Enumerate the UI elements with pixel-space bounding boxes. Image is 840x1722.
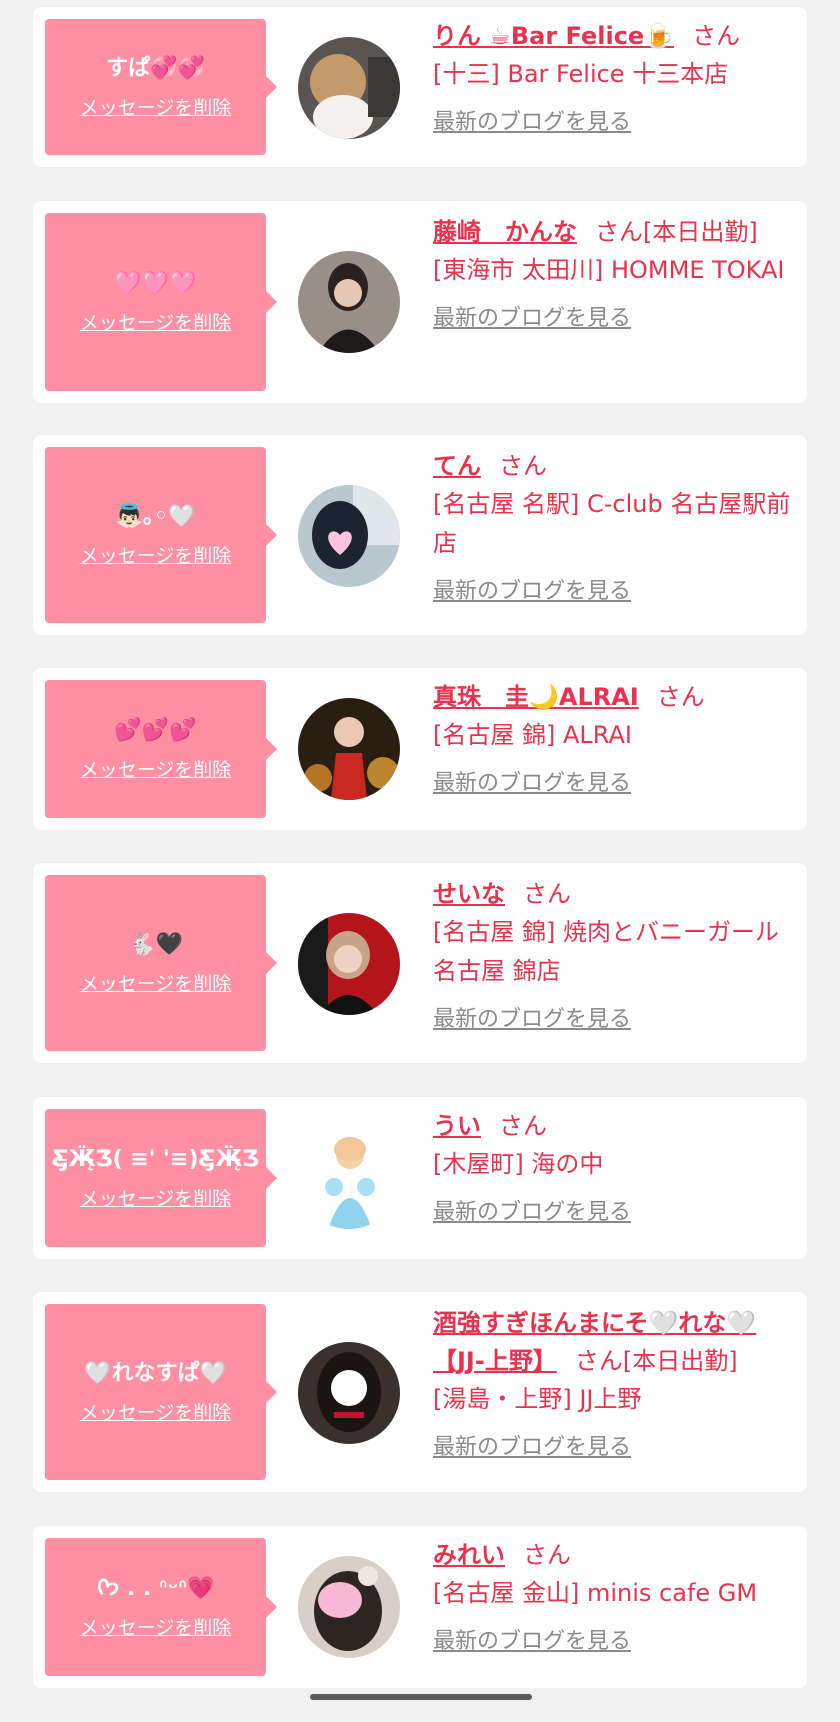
shop-info: [東海市 太田川] HOMME TOKAI xyxy=(433,256,785,284)
honorific: さん xyxy=(523,1541,571,1569)
card-info: うい さん [木屋町] 海の中 最新のブログを見る xyxy=(433,1107,793,1228)
message-card: すぱ💞💞 メッセージを削除 りん ☕Bar Felice🍺 さん [十三] Bar… xyxy=(33,7,807,167)
card-info: てん さん [名古屋 名駅] C-club 名古屋駅前店 最新のブログを見る xyxy=(433,447,793,607)
message-text: 💕💕💕 xyxy=(114,718,197,743)
message-bubble: 🩷🩷🩷 メッセージを削除 xyxy=(45,213,277,391)
honorific: さん xyxy=(499,452,547,480)
card-info: せいな さん [名古屋 錦] 焼肉とバニーガール 名古屋 錦店 最新のブログを見る xyxy=(433,875,793,1035)
message-text: 🐇🖤 xyxy=(128,932,183,957)
message-text: すぱ💞💞 xyxy=(106,56,205,81)
message-bubble: すぱ💞💞 メッセージを削除 xyxy=(45,19,277,155)
message-card: 🩷🩷🩷 メッセージを削除 藤崎 かんな さん[本日出勤] [東海市 太田川] HO… xyxy=(33,201,807,403)
card-info: みれい さん [名古屋 金山] minis cafe GM 最新のブログを見る xyxy=(433,1536,793,1657)
latest-blog-link[interactable]: 最新のブログを見る xyxy=(433,108,631,138)
shop-info: [十三] Bar Felice 十三本店 xyxy=(433,60,729,88)
shop-info: [名古屋 錦] ALRAI xyxy=(433,721,632,749)
latest-blog-link[interactable]: 最新のブログを見る xyxy=(433,1005,631,1035)
avatar[interactable] xyxy=(298,698,400,800)
message-text: 🤍れなすぱ🤍 xyxy=(84,1361,227,1386)
latest-blog-link[interactable]: 最新のブログを見る xyxy=(433,1198,631,1228)
avatar[interactable] xyxy=(298,37,400,139)
avatar-image xyxy=(298,913,400,1015)
delete-message-link[interactable]: メッセージを削除 xyxy=(80,758,232,782)
cast-name-link[interactable]: せいな xyxy=(433,880,505,908)
cast-name-link[interactable]: うい xyxy=(433,1112,481,1140)
honorific: さん[本日出勤] xyxy=(574,1347,738,1375)
message-bubble: 👼🏻｡◦🤍 メッセージを削除 xyxy=(45,447,277,623)
latest-blog-link[interactable]: 最新のブログを見る xyxy=(433,769,631,799)
message-card: 🐇🖤 メッセージを削除 せいな さん [名古屋 錦] 焼肉とバニーガール 名古屋 … xyxy=(33,863,807,1063)
message-card: 👼🏻｡◦🤍 メッセージを削除 てん さん [名古屋 名駅] C-club 名古屋駅… xyxy=(33,435,807,635)
latest-blog-link[interactable]: 最新のブログを見る xyxy=(433,1433,631,1463)
cast-name-link[interactable]: 真珠 圭🌙ALRAI xyxy=(433,683,639,711)
avatar-image xyxy=(298,251,400,353)
delete-message-link[interactable]: メッセージを削除 xyxy=(80,544,232,568)
message-text: ᢉ𐭩 . . ᐢᵕᐢ💗 xyxy=(96,1576,215,1601)
message-text: Ƹ̵̡Ӝ̵̨̄Ʒ( ≡' '≡)Ƹ̵̡Ӝ̵̨̄Ʒ xyxy=(51,1147,260,1172)
message-text: 👼🏻｡◦🤍 xyxy=(115,504,196,529)
message-bubble: Ƹ̵̡Ӝ̵̨̄Ʒ( ≡' '≡)Ƹ̵̡Ӝ̵̨̄Ʒ メッセージを削除 xyxy=(45,1109,277,1247)
avatar[interactable] xyxy=(298,1127,400,1229)
latest-blog-link[interactable]: 最新のブログを見る xyxy=(433,577,631,607)
card-info: 藤崎 かんな さん[本日出勤] [東海市 太田川] HOMME TOKAI 最新の… xyxy=(433,213,793,334)
message-card: 🤍れなすぱ🤍 メッセージを削除 酒強すぎほんまにそ🤍れな🤍【JJ-上野】 さん[本… xyxy=(33,1292,807,1492)
avatar[interactable] xyxy=(298,1556,400,1658)
message-bubble: 🤍れなすぱ🤍 メッセージを削除 xyxy=(45,1304,277,1480)
cast-name-link[interactable]: 藤崎 かんな xyxy=(433,218,577,246)
delete-message-link[interactable]: メッセージを削除 xyxy=(80,1401,232,1425)
avatar-image xyxy=(298,698,400,800)
avatar[interactable] xyxy=(298,1342,400,1444)
honorific: さん xyxy=(692,22,741,50)
cast-name-link[interactable]: りん ☕Bar Felice🍺 xyxy=(433,22,674,50)
card-info: 酒強すぎほんまにそ🤍れな🤍【JJ-上野】 さん[本日出勤] [湯島・上野] JJ上… xyxy=(433,1304,793,1463)
honorific: さん xyxy=(499,1112,547,1140)
delete-message-link[interactable]: メッセージを削除 xyxy=(80,311,232,335)
message-bubble: 💕💕💕 メッセージを削除 xyxy=(45,680,277,818)
honorific: さん[本日出勤] xyxy=(595,218,758,246)
delete-message-link[interactable]: メッセージを削除 xyxy=(80,1616,232,1640)
message-card: 💕💕💕 メッセージを削除 真珠 圭🌙ALRAI さん [名古屋 錦] ALRAI … xyxy=(33,668,807,830)
shop-info: [名古屋 名駅] C-club 名古屋駅前店 xyxy=(433,490,791,557)
delete-message-link[interactable]: メッセージを削除 xyxy=(80,96,232,120)
card-info: 真珠 圭🌙ALRAI さん [名古屋 錦] ALRAI 最新のブログを見る xyxy=(433,678,793,799)
avatar[interactable] xyxy=(298,485,400,587)
avatar-image xyxy=(298,1556,400,1658)
delete-message-link[interactable]: メッセージを削除 xyxy=(80,1187,232,1211)
home-indicator[interactable] xyxy=(310,1694,532,1700)
shop-info: [湯島・上野] JJ上野 xyxy=(433,1385,642,1413)
shop-info: [木屋町] 海の中 xyxy=(433,1150,604,1178)
message-bubble: ᢉ𐭩 . . ᐢᵕᐢ💗 メッセージを削除 xyxy=(45,1538,277,1676)
cast-name-link[interactable]: みれい xyxy=(433,1541,505,1569)
card-info: りん ☕Bar Felice🍺 さん [十三] Bar Felice 十三本店 最… xyxy=(433,17,793,138)
latest-blog-link[interactable]: 最新のブログを見る xyxy=(433,1627,631,1657)
honorific: さん xyxy=(656,683,705,711)
shop-info: [名古屋 金山] minis cafe GM xyxy=(433,1579,758,1607)
avatar-image xyxy=(298,1127,400,1229)
delete-message-link[interactable]: メッセージを削除 xyxy=(80,972,232,996)
avatar-image xyxy=(298,1342,400,1444)
message-bubble: 🐇🖤 メッセージを削除 xyxy=(45,875,277,1051)
cast-name-link[interactable]: てん xyxy=(433,452,481,480)
avatar[interactable] xyxy=(298,913,400,1015)
message-card: Ƹ̵̡Ӝ̵̨̄Ʒ( ≡' '≡)Ƹ̵̡Ӝ̵̨̄Ʒ メッセージを削除 うい さん [… xyxy=(33,1097,807,1259)
avatar[interactable] xyxy=(298,251,400,353)
avatar-image xyxy=(298,485,400,587)
latest-blog-link[interactable]: 最新のブログを見る xyxy=(433,304,631,334)
message-card: ᢉ𐭩 . . ᐢᵕᐢ💗 メッセージを削除 みれい さん [名古屋 金山] mini… xyxy=(33,1526,807,1688)
avatar-image xyxy=(298,37,400,139)
honorific: さん xyxy=(523,880,571,908)
shop-info: [名古屋 錦] 焼肉とバニーガール 名古屋 錦店 xyxy=(433,918,779,985)
message-text: 🩷🩷🩷 xyxy=(114,271,197,296)
